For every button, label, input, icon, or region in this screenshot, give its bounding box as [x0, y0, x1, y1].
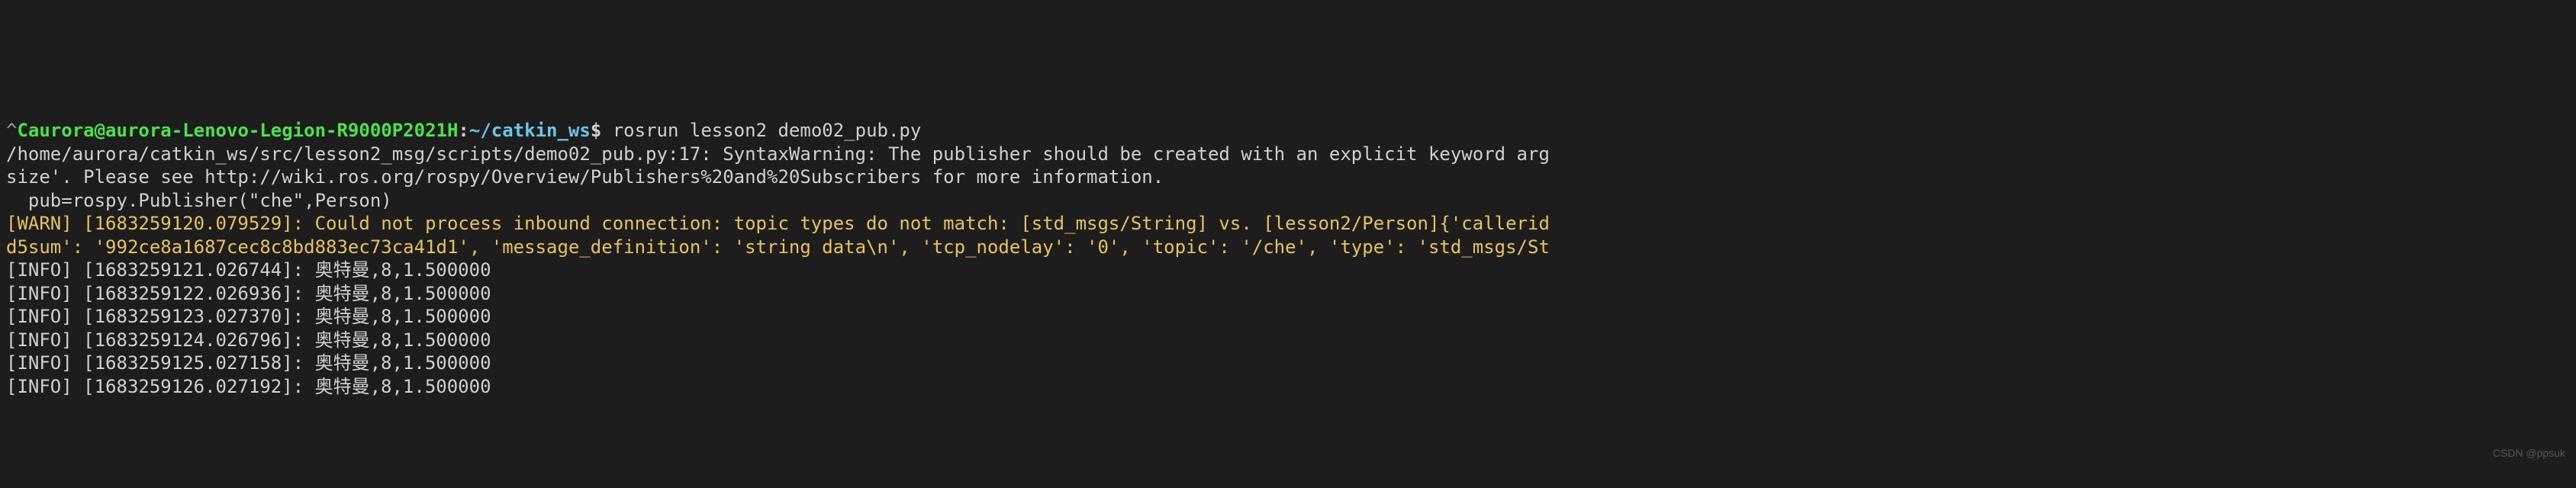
info-line: [INFO] [1683259122.026936]: 奥特曼,8,1.5000…	[6, 283, 491, 304]
info-line: [INFO] [1683259124.026796]: 奥特曼,8,1.5000…	[6, 329, 491, 351]
prompt-dollar: $	[591, 120, 601, 141]
warn-line: [WARN] [1683259120.079529]: Could not pr…	[6, 213, 1550, 234]
stdout-line: pub=rospy.Publisher("che",Person)	[6, 190, 392, 211]
watermark-text: CSDN @ppsuk	[2493, 447, 2565, 461]
stdout-line: /home/aurora/catkin_ws/src/lesson2_msg/s…	[6, 143, 1550, 165]
warn-line: d5sum': '992ce8a1687cec8c8bd883ec73ca41d…	[6, 236, 1550, 258]
prompt-separator: :	[458, 120, 469, 141]
info-line: [INFO] [1683259121.026744]: 奥特曼,8,1.5000…	[6, 259, 491, 281]
prompt-path: ~/catkin_ws	[469, 120, 591, 141]
command-text: rosrun lesson2 demo02_pub.py	[601, 120, 921, 141]
terminal-output[interactable]: ^Caurora@aurora-Lenovo-Legion-R9000P2021…	[0, 116, 2576, 401]
info-line: [INFO] [1683259126.027192]: 奥特曼,8,1.5000…	[6, 376, 491, 397]
stdout-line: size'. Please see http://wiki.ros.org/ro…	[6, 166, 1164, 188]
prompt-user-host: Caurora@aurora-Lenovo-Legion-R9000P2021H	[17, 120, 458, 141]
info-line: [INFO] [1683259123.027370]: 奥特曼,8,1.5000…	[6, 306, 491, 327]
prompt-caret: ^	[6, 120, 17, 141]
info-line: [INFO] [1683259125.027158]: 奥特曼,8,1.5000…	[6, 352, 491, 374]
